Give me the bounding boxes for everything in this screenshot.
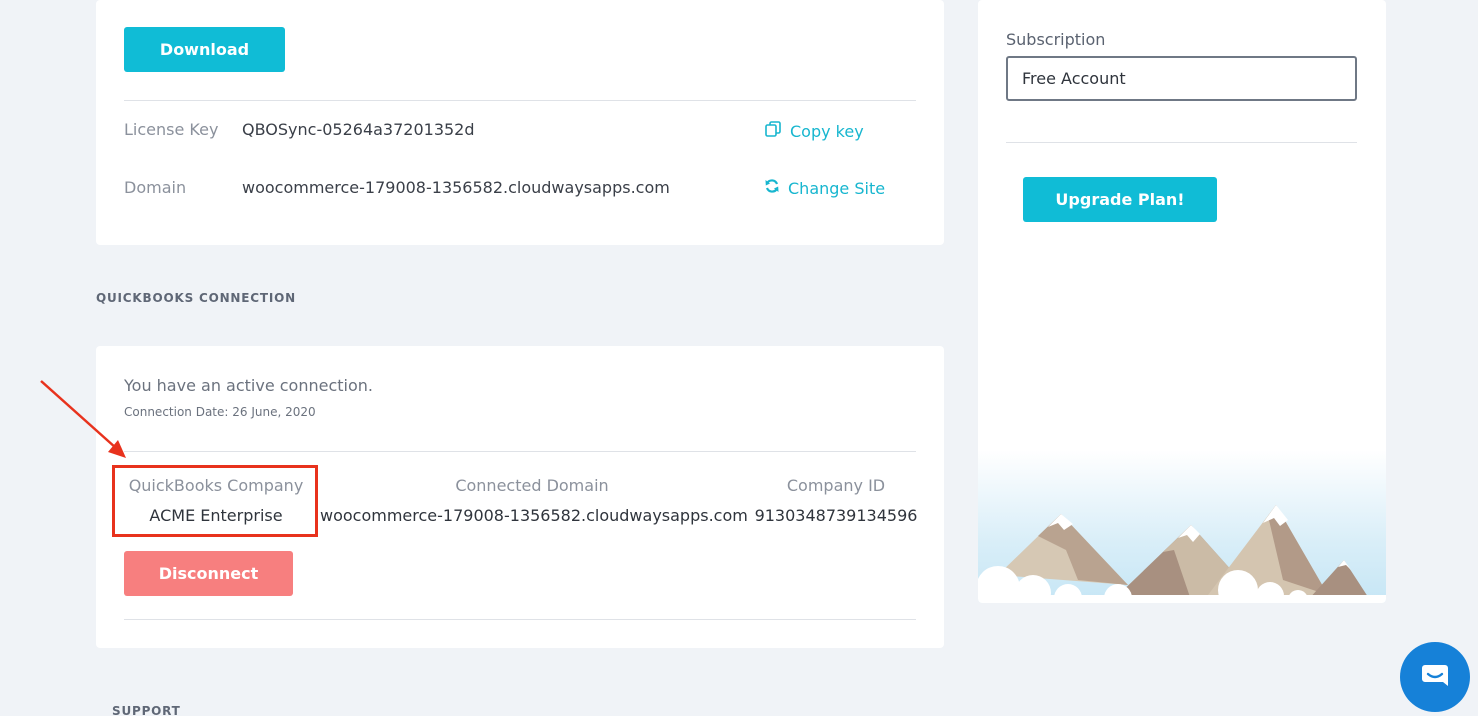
- divider: [124, 451, 916, 452]
- license-card: Download License Key QBOSync-05264a37201…: [96, 0, 944, 245]
- divider: [124, 619, 916, 620]
- chat-icon: [1422, 665, 1448, 686]
- annotation-arrow-icon: [40, 380, 126, 458]
- connection-status: You have an active connection.: [124, 376, 373, 395]
- quickbooks-connection-title: QUICKBOOKS CONNECTION: [96, 291, 296, 305]
- copy-key-link[interactable]: Copy key: [764, 120, 864, 142]
- change-site-label: Change Site: [788, 178, 886, 198]
- subscription-select[interactable]: Free Account: [1006, 56, 1357, 101]
- upgrade-plan-button[interactable]: Upgrade Plan!: [1023, 177, 1217, 222]
- copy-key-label: Copy key: [790, 121, 864, 141]
- subscription-label: Subscription: [1006, 30, 1106, 49]
- annotation-highlight-box: [112, 465, 318, 537]
- company-id-value: 9130348739134596: [754, 506, 918, 525]
- support-title: SUPPORT: [112, 704, 181, 716]
- company-id-column: Company ID 9130348739134596: [752, 476, 920, 526]
- mountain-illustration: [978, 450, 1386, 603]
- chat-widget-button[interactable]: [1400, 642, 1470, 712]
- connection-date: Connection Date: 26 June, 2020: [124, 405, 316, 419]
- connected-domain-header: Connected Domain: [455, 476, 609, 495]
- domain-label: Domain: [124, 178, 187, 197]
- refresh-icon: [764, 178, 780, 198]
- domain-value: woocommerce-179008-1356582.cloudwaysapps…: [242, 178, 670, 197]
- download-button[interactable]: Download: [124, 27, 285, 72]
- license-key-value: QBOSync-05264a37201352d: [242, 120, 475, 139]
- disconnect-button[interactable]: Disconnect: [124, 551, 293, 596]
- divider: [1006, 142, 1357, 143]
- divider: [124, 100, 916, 101]
- copy-icon: [764, 120, 782, 142]
- connected-domain-value: woocommerce-179008-1356582.cloudwaysapps…: [320, 506, 748, 525]
- connected-domain-column: Connected Domain woocommerce-179008-1356…: [320, 476, 748, 526]
- change-site-link[interactable]: Change Site: [764, 178, 885, 198]
- license-key-label: License Key: [124, 120, 219, 139]
- subscription-card: Subscription Free Account Upgrade Plan!: [978, 0, 1386, 603]
- company-id-header: Company ID: [786, 476, 886, 495]
